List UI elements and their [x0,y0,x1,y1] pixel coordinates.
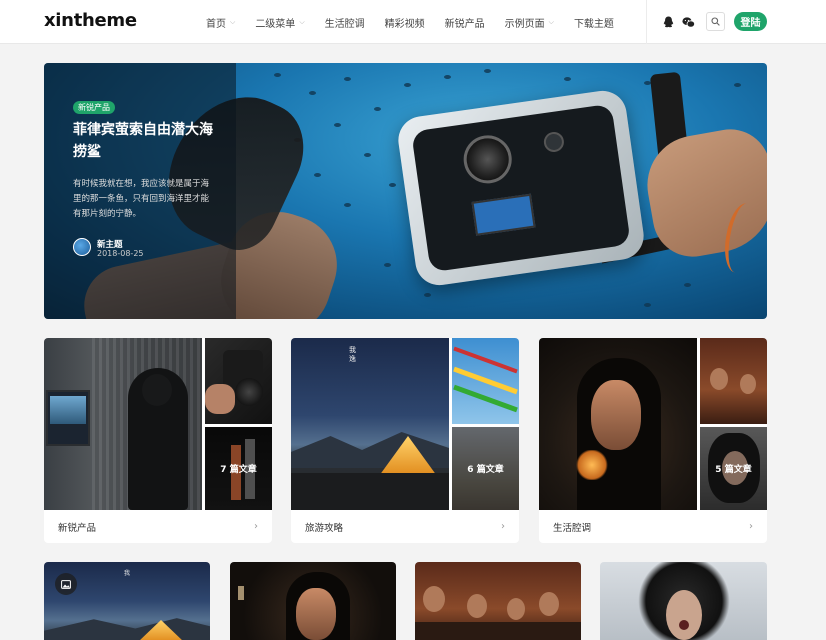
nav-label: 下载主题 [573,18,614,30]
category-card-products[interactable]: 7 篇文章 新锐产品 › [44,338,272,543]
post-card[interactable] [600,562,767,640]
category-image [539,338,697,510]
category-footer[interactable]: 新锐产品 › [44,510,272,543]
nav-label: 二级菜单 [255,18,296,30]
post-card[interactable]: 我 [44,562,210,640]
main-nav: 首页 ⌵ 二级菜单 ⌵ 生活腔调 精彩视频 新锐产品 示例页面 ⌵ 下载主题 [206,0,634,44]
site-logo[interactable]: xintheme [44,10,137,31]
nav-item-videos[interactable]: 精彩视频 [385,15,425,30]
category-name: 生活腔调 [553,522,592,534]
avatar[interactable] [73,238,91,256]
hero-title[interactable]: 菲律宾萤索自由潜大海捞鲨 [73,119,213,163]
category-footer[interactable]: 旅游攻略 › [291,510,519,543]
category-image [44,338,202,510]
search-button[interactable] [706,12,725,31]
category-image [700,338,767,424]
chevron-right-icon: › [749,521,753,532]
category-image: 我逸 [291,338,449,510]
category-image [452,338,519,424]
category-card-lifestyle[interactable]: 5 篇文章 生活腔调 › [539,338,767,543]
nav-item-lifestyle[interactable]: 生活腔调 [325,15,365,30]
chevron-down-icon: ⌵ [548,17,554,26]
header-divider [646,0,647,44]
qq-icon[interactable] [660,14,676,30]
nav-item-products[interactable]: 新锐产品 [445,15,485,30]
search-icon [711,17,720,26]
category-image [205,338,272,424]
nav-label: 首页 [206,18,226,30]
nav-label: 新锐产品 [444,18,485,30]
nav-label: 示例页面 [504,18,545,30]
site-header: xintheme 首页 ⌵ 二级菜单 ⌵ 生活腔调 精彩视频 新锐产品 示例页面 ⌵ … [0,0,826,44]
category-card-travel[interactable]: 我逸 6 篇文章 旅游攻略 › [291,338,519,543]
chevron-down-icon: ⌵ [230,17,236,26]
category-badge[interactable]: 新锐产品 [73,101,115,114]
nav-label: 精彩视频 [384,18,425,30]
nav-item-home[interactable]: 首页 ⌵ [206,15,235,30]
category-footer[interactable]: 生活腔调 › [539,510,767,543]
featured-post[interactable]: 新锐产品 菲律宾萤索自由潜大海捞鲨 有时候我就在想，我应该就是属于海里的那一条鱼… [44,63,767,319]
image-format-icon [55,573,77,595]
category-name: 新锐产品 [58,522,97,534]
category-name: 旅游攻略 [305,522,344,534]
post-card[interactable] [230,562,396,640]
nav-label: 生活腔调 [324,18,365,30]
chevron-right-icon: › [254,521,258,532]
chevron-down-icon: ⌵ [299,17,305,26]
chevron-right-icon: › [501,521,505,532]
post-count: 7 篇文章 [205,427,272,510]
wechat-icon[interactable] [680,14,696,30]
nav-item-submenu[interactable]: 二级菜单 ⌵ [255,15,304,30]
nav-item-sample-pages[interactable]: 示例页面 ⌵ [505,15,554,30]
post-card[interactable] [415,562,581,640]
nav-item-download[interactable]: 下载主题 [574,15,614,30]
post-count: 5 篇文章 [700,427,767,510]
post-date: 2018-08-25 [97,249,144,258]
post-count: 6 篇文章 [452,427,519,510]
hero-excerpt: 有时候我就在想，我应该就是属于海里的那一条鱼，只有回到海洋里才能有那片刻的宁静。 [73,179,210,219]
login-button[interactable]: 登陆 [734,12,767,31]
